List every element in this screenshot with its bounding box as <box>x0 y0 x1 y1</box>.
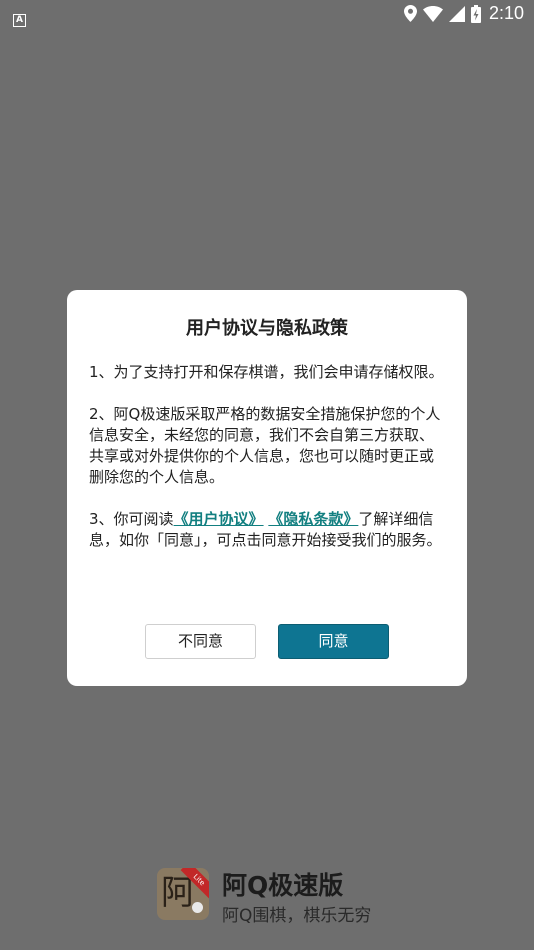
storage-permission-text: 1、为了支持打开和保存棋谱，我们会申请存储权限。 <box>89 363 444 381</box>
app-logo: 阿 Lite <box>157 868 209 920</box>
dialog-title: 用户协议与隐私政策 <box>186 318 348 339</box>
user-agreement-link[interactable]: 《用户协议》 <box>174 510 264 528</box>
privacy-policy-link[interactable]: 《隐私条款》 <box>268 510 358 528</box>
accessibility-notification-icon: A <box>13 14 26 27</box>
dialog-body: 1、为了支持打开和保存棋谱，我们会申请存储权限。 2、阿Q极速版采取严格的数据安… <box>89 362 445 551</box>
agreement-text-prefix: 3、你可阅读 <box>89 510 174 528</box>
agree-button[interactable]: 同意 <box>278 624 389 659</box>
app-name: 阿Q极速版 <box>222 871 344 900</box>
data-security-text: 2、阿Q极速版采取严格的数据安全措施保护您的个人信息安全，未经您的同意，我们不会… <box>89 405 441 486</box>
cell-signal-icon <box>448 5 465 22</box>
wifi-icon <box>422 5 443 22</box>
agreement-text: 3、你可阅读《用户协议》 《隐私条款》了解详细信息，如你「同意」，可点击同意开始… <box>89 509 445 551</box>
go-stone-icon <box>192 902 203 913</box>
disagree-button[interactable]: 不同意 <box>145 624 256 659</box>
privacy-dialog: 用户协议与隐私政策 1、为了支持打开和保存棋谱，我们会申请存储权限。 2、阿Q极… <box>67 290 467 686</box>
status-bar: A 2:10 <box>0 0 534 28</box>
status-time: 2:10 <box>488 3 524 23</box>
location-icon <box>403 5 417 22</box>
battery-charging-icon <box>470 4 481 23</box>
app-slogan: 阿Q围棋，棋乐无穷 <box>222 906 372 926</box>
